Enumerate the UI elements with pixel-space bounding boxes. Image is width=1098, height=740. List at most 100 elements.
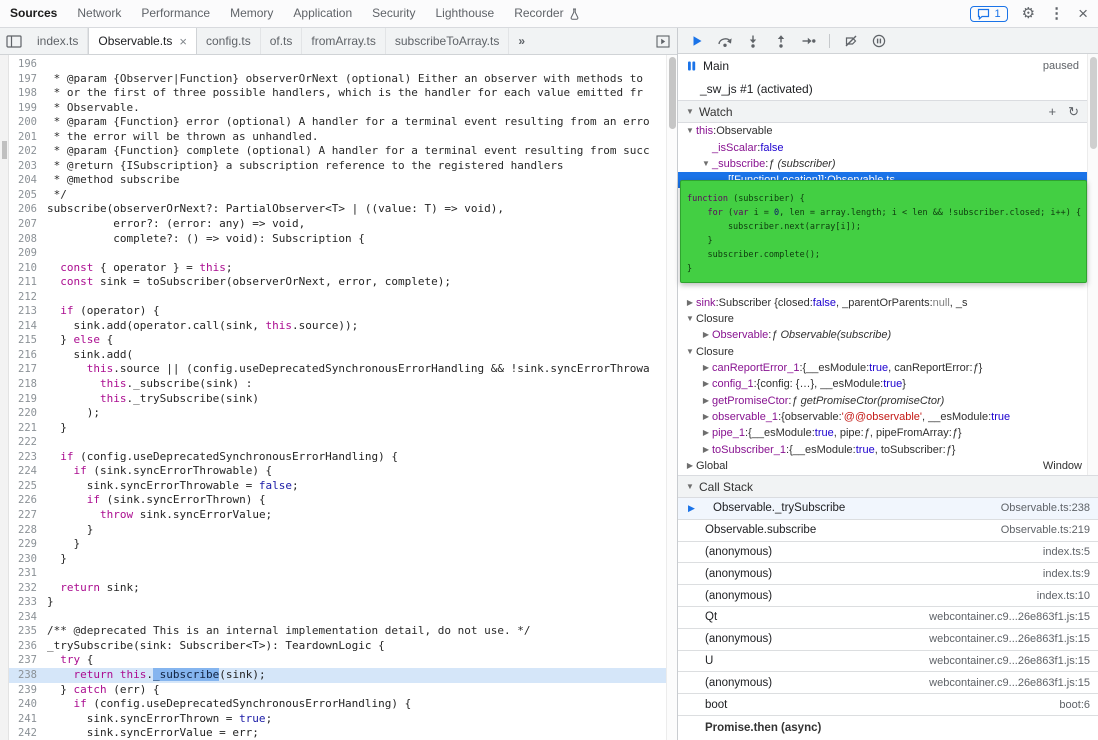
- code-text[interactable]: complete?: () => void): Subscription {: [47, 232, 677, 247]
- line-number[interactable]: 217: [9, 362, 47, 377]
- watch-row[interactable]: ▶ observable_1: {observable: '@@observabl…: [678, 409, 1087, 425]
- pause-on-exceptions-button[interactable]: [866, 30, 891, 52]
- line-number[interactable]: 200: [9, 115, 47, 130]
- line-number[interactable]: 210: [9, 261, 47, 276]
- refresh-watch-icon[interactable]: ↻: [1068, 104, 1079, 120]
- add-watch-icon[interactable]: +: [1049, 104, 1057, 120]
- panel-tab-security[interactable]: Security: [362, 0, 425, 27]
- thread-row[interactable]: Main paused: [678, 54, 1087, 77]
- code-text[interactable]: */: [47, 188, 677, 203]
- line-number[interactable]: 198: [9, 86, 47, 101]
- callstack-frame[interactable]: (anonymous) webcontainer.c9...26e863f1.js…: [678, 672, 1098, 695]
- code-text[interactable]: }: [47, 537, 677, 552]
- messages-badge[interactable]: 1: [970, 5, 1008, 22]
- code-text[interactable]: this._subscribe(sink) :: [47, 377, 677, 392]
- code-text[interactable]: if (operator) {: [47, 304, 677, 319]
- code-text[interactable]: const { operator } = this;: [47, 261, 677, 276]
- more-menu-icon[interactable]: ⋮: [1049, 6, 1064, 21]
- code-text[interactable]: return sink;: [47, 581, 677, 596]
- resume-button[interactable]: [684, 30, 709, 52]
- watch-row[interactable]: _isScalar: false: [678, 139, 1087, 155]
- panel-tab-recorder[interactable]: Recorder: [504, 0, 588, 27]
- panel-tab-memory[interactable]: Memory: [220, 0, 283, 27]
- line-number[interactable]: 207: [9, 217, 47, 232]
- step-button[interactable]: [796, 30, 821, 52]
- callstack-frame[interactable]: (anonymous) index.ts:5: [678, 542, 1098, 564]
- watch-row[interactable]: ▶ canReportError_1: {__esModule: true, ca…: [678, 360, 1087, 376]
- code-text[interactable]: * @param {Observer|Function} observerOrN…: [47, 72, 677, 87]
- file-tab-of-ts[interactable]: of.ts: [261, 28, 303, 54]
- line-number[interactable]: 209: [9, 246, 47, 261]
- line-number[interactable]: 215: [9, 333, 47, 348]
- code-text[interactable]: } else {: [47, 333, 677, 348]
- code-text[interactable]: [47, 566, 677, 581]
- disclosure-triangle-icon[interactable]: ▶: [684, 461, 696, 470]
- callstack-frame[interactable]: (anonymous) index.ts:10: [678, 585, 1098, 607]
- code-text[interactable]: throw sink.syncErrorValue;: [47, 508, 677, 523]
- watch-section-header[interactable]: ▼ Watch + ↻: [678, 100, 1087, 123]
- line-number[interactable]: 229: [9, 537, 47, 552]
- code-text[interactable]: * @param {Function} complete (optional) …: [47, 144, 677, 159]
- code-text[interactable]: * @method subscribe: [47, 173, 677, 188]
- line-number[interactable]: 203: [9, 159, 47, 174]
- line-number[interactable]: 225: [9, 479, 47, 494]
- code-text[interactable]: _trySubscribe(sink: Subscriber<T>): Tear…: [47, 639, 677, 654]
- callstack-frame[interactable]: ▶ Observable._trySubscribe Observable.ts:2…: [678, 498, 1098, 520]
- line-number[interactable]: 199: [9, 101, 47, 116]
- code-text[interactable]: * Observable.: [47, 101, 677, 116]
- line-number[interactable]: 214: [9, 319, 47, 334]
- step-over-button[interactable]: [712, 30, 737, 52]
- line-number[interactable]: 242: [9, 726, 47, 740]
- code-text[interactable]: }: [47, 523, 677, 538]
- code-editor[interactable]: 196 197 * @param {Observer|Function} obse…: [0, 55, 677, 740]
- disclosure-triangle-icon[interactable]: ▼: [700, 159, 712, 168]
- code-text[interactable]: sink.add(operator.call(sink, this.source…: [47, 319, 677, 334]
- disclosure-triangle-icon[interactable]: ▶: [700, 412, 712, 421]
- watch-row[interactable]: ▶ toSubscriber_1: {__esModule: true, toSu…: [678, 441, 1087, 457]
- callstack-frame[interactable]: boot boot:6: [678, 694, 1098, 716]
- watch-row[interactable]: ▶ Global Window: [678, 458, 1087, 474]
- line-number[interactable]: 208: [9, 232, 47, 247]
- line-number[interactable]: 237: [9, 653, 47, 668]
- line-number[interactable]: 236: [9, 639, 47, 654]
- deactivate-breakpoints-button[interactable]: [838, 30, 863, 52]
- callstack-frame[interactable]: Observable.subscribe Observable.ts:219: [678, 520, 1098, 542]
- watch-row[interactable]: ▶ pipe_1: {__esModule: true, pipe: ƒ, pip…: [678, 425, 1087, 441]
- watch-row[interactable]: ▶ config_1: {config: {…}, __esModule: tru…: [678, 376, 1087, 392]
- line-number[interactable]: 233: [9, 595, 47, 610]
- line-number[interactable]: 212: [9, 290, 47, 305]
- code-text[interactable]: * @return {ISubscription} a subscription…: [47, 159, 677, 174]
- code-text[interactable]: if (config.useDeprecatedSynchronousError…: [47, 450, 677, 465]
- code-text[interactable]: this.source || (config.useDeprecatedSync…: [47, 362, 677, 377]
- disclosure-triangle-icon[interactable]: ▼: [684, 314, 696, 323]
- code-text[interactable]: sink.syncErrorThrown = true;: [47, 712, 677, 727]
- disclosure-triangle-icon[interactable]: ▼: [684, 347, 696, 356]
- panel-tab-lighthouse[interactable]: Lighthouse: [426, 0, 505, 27]
- file-tab-index-ts[interactable]: index.ts: [28, 28, 89, 54]
- line-number[interactable]: 240: [9, 697, 47, 712]
- code-text[interactable]: } catch (err) {: [47, 683, 677, 698]
- code-text[interactable]: }: [47, 595, 677, 610]
- disclosure-triangle-icon[interactable]: ▶: [700, 396, 712, 405]
- callstack-frame[interactable]: (anonymous) index.ts:9: [678, 563, 1098, 586]
- panel-tab-application[interactable]: Application: [283, 0, 362, 27]
- panel-tab-network[interactable]: Network: [67, 0, 131, 27]
- watch-row[interactable]: ▼ Closure: [678, 311, 1087, 327]
- thread-row[interactable]: _sw_js #1 (activated): [678, 77, 1087, 100]
- watch-row[interactable]: ▼ Closure: [678, 343, 1087, 359]
- code-text[interactable]: sink.add(: [47, 348, 677, 363]
- line-number[interactable]: 202: [9, 144, 47, 159]
- line-number[interactable]: 232: [9, 581, 47, 596]
- code-text[interactable]: /** @deprecated This is an internal impl…: [47, 624, 677, 639]
- line-number[interactable]: 218: [9, 377, 47, 392]
- file-tab-config-ts[interactable]: config.ts: [197, 28, 261, 54]
- code-text[interactable]: return this._subscribe(sink);: [47, 667, 677, 683]
- line-number[interactable]: 196: [9, 57, 47, 72]
- code-text[interactable]: }: [47, 552, 677, 567]
- line-number[interactable]: 241: [9, 712, 47, 727]
- code-text[interactable]: if (config.useDeprecatedSynchronousError…: [47, 697, 677, 712]
- line-number[interactable]: 228: [9, 523, 47, 538]
- line-number[interactable]: 221: [9, 421, 47, 436]
- code-text[interactable]: * the error will be thrown as unhandled.: [47, 130, 677, 145]
- file-tab-observable-ts[interactable]: Observable.ts ×: [88, 28, 197, 54]
